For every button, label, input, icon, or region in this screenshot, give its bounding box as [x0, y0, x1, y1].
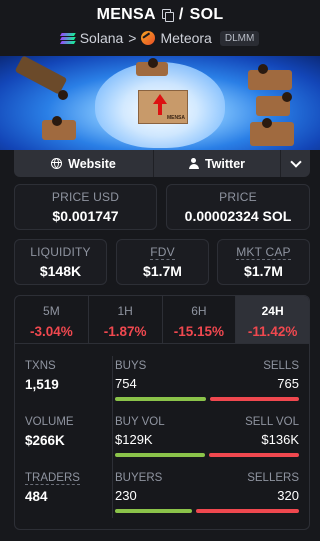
buys-sells-row: BUYS SELLS 754 765: [115, 360, 299, 401]
twitter-button[interactable]: Twitter: [154, 150, 281, 177]
volume-value: $266K: [25, 433, 65, 448]
market-cap-label[interactable]: MKT CAP: [236, 245, 291, 260]
tab-label: 24H: [261, 304, 284, 318]
pool-type-badge: DLMM: [219, 30, 260, 46]
liquidity-label: LIQUIDITY: [30, 245, 91, 259]
traders-value: 484: [25, 489, 48, 504]
price-usd-card: PRICE USD $0.001747: [14, 184, 157, 230]
market-cap-card: MKT CAP $1.7M: [217, 239, 310, 285]
user-icon: [188, 158, 199, 169]
breadcrumb: Solana > Meteora DLMM: [0, 30, 320, 46]
chain-name[interactable]: Solana: [80, 30, 124, 46]
website-button[interactable]: Website: [14, 150, 154, 177]
sellers-value: 320: [277, 488, 299, 503]
figure-graphic: [14, 56, 68, 95]
txns-value: 1,519: [25, 377, 59, 392]
price-usd-label: PRICE USD: [51, 190, 120, 204]
buys-bar-fill: [115, 397, 207, 401]
tab-label: 5M: [43, 304, 60, 318]
txns-label: TXNS: [25, 360, 56, 372]
traders-label[interactable]: TRADERS: [25, 472, 80, 485]
price-change: -11.42%: [247, 324, 298, 339]
market-cap-value: $1.7M: [244, 263, 283, 279]
fdv-value: $1.7M: [143, 263, 182, 279]
price-usd-value: $0.001747: [52, 208, 119, 224]
buy-volume-bar-fill: [115, 453, 205, 457]
more-links-button[interactable]: [281, 150, 310, 177]
volume-label: VOLUME: [25, 416, 74, 428]
globe-icon: [51, 157, 63, 169]
breadcrumb-chevron-icon: >: [128, 30, 137, 46]
buy-volume-value: $129K: [115, 432, 153, 447]
price-change: -15.15%: [173, 324, 225, 339]
price-change: -1.87%: [103, 324, 147, 339]
pair-separator: /: [178, 6, 184, 23]
meteora-icon: [141, 31, 156, 45]
twitter-label: Twitter: [204, 156, 246, 171]
transactions-panel: TXNS 1,519 VOLUME $266K TRADERS 484 BUYS…: [14, 344, 310, 530]
sells-bar-fill: [210, 397, 299, 401]
fdv-card: FDV $1.7M: [116, 239, 209, 285]
volume-split-row: BUY VOL SELL VOL $129K $136K: [115, 416, 299, 457]
price-native-value: 0.00002324 SOL: [184, 208, 292, 224]
sellers-bar-fill: [195, 509, 299, 513]
buyers-value: 230: [115, 488, 137, 503]
price-native-label: PRICE: [219, 190, 257, 204]
buys-value: 754: [115, 376, 137, 391]
price-change: -3.04%: [29, 324, 73, 339]
chevron-down-icon: [289, 155, 302, 168]
buy-volume-label: BUY VOL: [115, 416, 165, 428]
quote-symbol: SOL: [189, 6, 224, 23]
sell-volume-value: $136K: [261, 432, 299, 447]
buys-sells-bar: [115, 397, 299, 401]
buys-label: BUYS: [115, 360, 147, 372]
buyers-bar-fill: [115, 509, 192, 513]
sell-volume-label: SELL VOL: [245, 416, 299, 428]
pair-header: MENSA / SOL Solana > Meteora DLMM: [0, 0, 320, 56]
website-label: Website: [68, 156, 116, 171]
price-native-card: PRICE 0.00002324 SOL: [166, 184, 310, 230]
sells-label: SELLS: [263, 360, 299, 372]
token-symbol: MENSA: [96, 6, 156, 23]
tab-24h[interactable]: 24H -11.42%: [236, 296, 309, 343]
figure-graphic: [248, 70, 292, 90]
social-links-bar: Website Twitter: [14, 150, 310, 177]
sells-value: 765: [277, 376, 299, 391]
tab-6h[interactable]: 6H -15.15%: [163, 296, 237, 343]
solana-icon: [59, 32, 76, 44]
tab-1h[interactable]: 1H -1.87%: [89, 296, 163, 343]
column-divider: [112, 356, 113, 518]
liquidity-card: LIQUIDITY $148K: [14, 239, 107, 285]
sellers-label: SELLERS: [247, 472, 299, 484]
pair-title: MENSA / SOL: [0, 6, 320, 24]
fdv-label[interactable]: FDV: [150, 245, 175, 260]
figure-graphic: [250, 122, 294, 146]
tab-label: 6H: [191, 304, 207, 318]
copy-icon[interactable]: [161, 9, 174, 22]
traders-split-bar: [115, 509, 299, 513]
tab-5m[interactable]: 5M -3.04%: [15, 296, 89, 343]
sell-volume-bar-fill: [208, 453, 299, 457]
token-banner-image: [0, 56, 320, 150]
traders-split-row: BUYERS SELLERS 230 320: [115, 472, 299, 513]
tab-label: 1H: [117, 304, 133, 318]
volume-split-bar: [115, 453, 299, 457]
buyers-label: BUYERS: [115, 472, 163, 484]
dex-name[interactable]: Meteora: [160, 30, 211, 46]
timeframe-tabs: 5M -3.04% 1H -1.87% 6H -15.15% 24H -11.4…: [14, 295, 310, 344]
liquidity-value: $148K: [39, 263, 82, 279]
